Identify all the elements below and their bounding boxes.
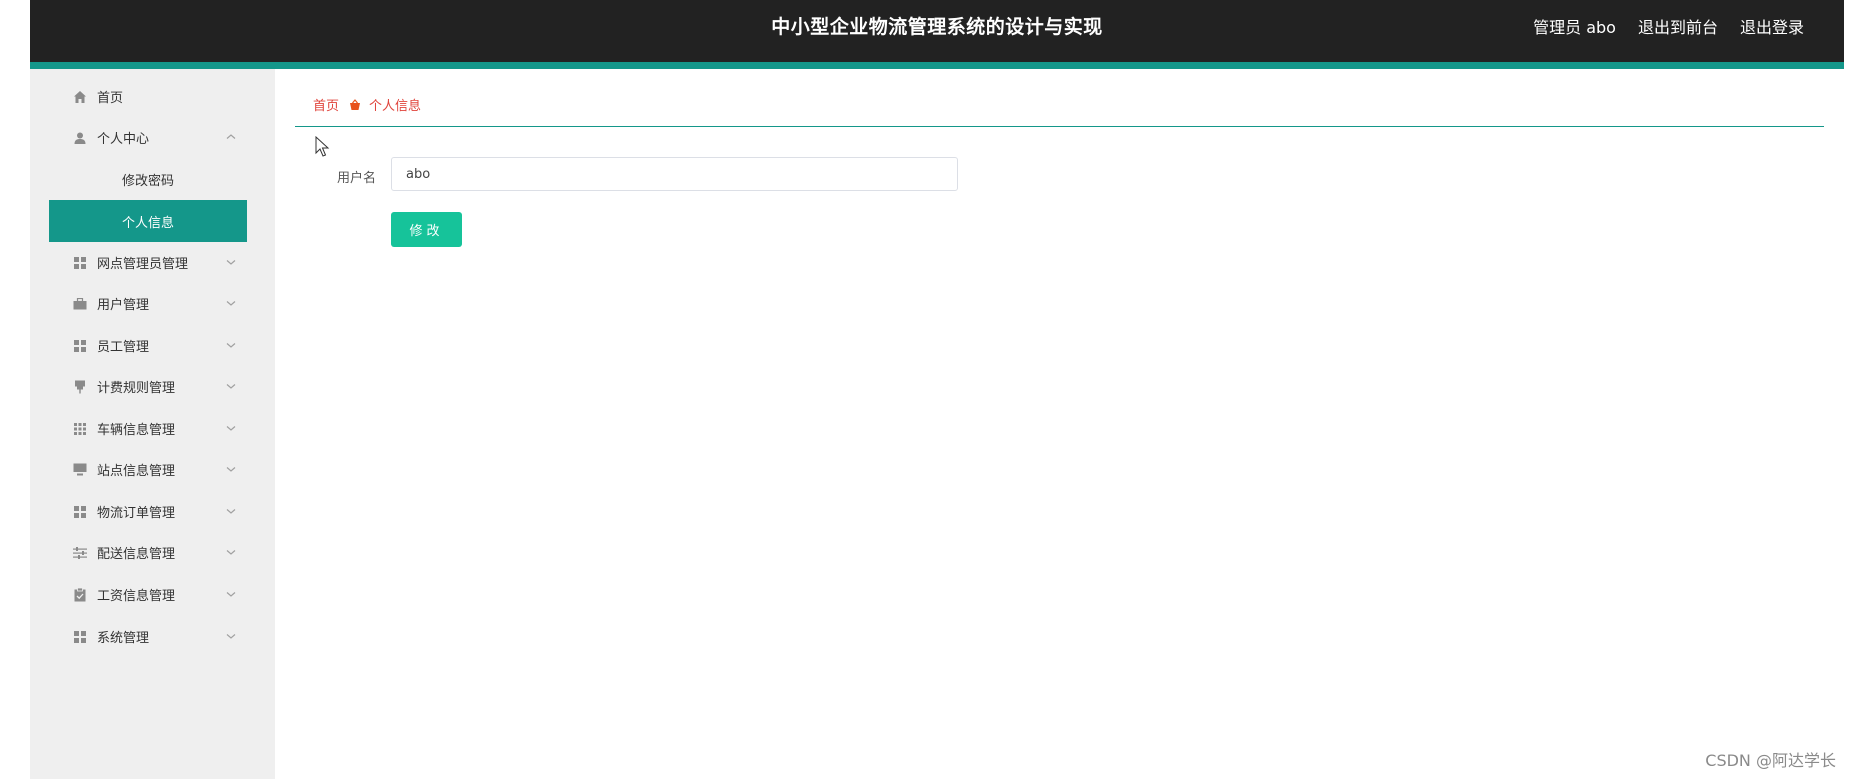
clipboard-icon bbox=[73, 587, 87, 602]
chevron-down-icon bbox=[226, 260, 236, 265]
sidebar-item-label: 用户管理 bbox=[97, 298, 150, 313]
chevron-down-icon bbox=[226, 634, 236, 639]
sidebar-item-station-info[interactable]: 站点信息管理 bbox=[49, 449, 247, 490]
chevron-down-icon bbox=[226, 301, 236, 306]
grid-icon bbox=[73, 339, 87, 353]
home-icon bbox=[73, 90, 87, 104]
front-link[interactable]: 退出到前台 bbox=[1638, 14, 1718, 38]
breadcrumb-current: 个人信息 bbox=[369, 99, 422, 114]
sidebar-item-vehicle-info[interactable]: 车辆信息管理 bbox=[49, 408, 247, 449]
logout-link[interactable]: 退出登录 bbox=[1740, 14, 1804, 38]
sidebar-item-label: 计费规则管理 bbox=[97, 381, 176, 396]
main-content: 首页 个人信息 用户名 修改 bbox=[275, 69, 1844, 779]
app-window: 中小型企业物流管理系统的设计与实现 管理员 abo 退出到前台 退出登录 首页 … bbox=[30, 0, 1844, 779]
sidebar-subitem-personal-info[interactable]: 个人信息 bbox=[49, 200, 247, 242]
sidebar-item-label: 车辆信息管理 bbox=[97, 423, 176, 438]
sidebar-item-label: 工资信息管理 bbox=[97, 589, 176, 604]
breadcrumb: 首页 个人信息 bbox=[313, 95, 421, 114]
sidebar-item-label: 站点信息管理 bbox=[97, 464, 176, 479]
top-links: 管理员 abo 退出到前台 退出登录 bbox=[1533, 14, 1804, 38]
basket-icon bbox=[349, 98, 361, 111]
sidebar-item-logistics-orders[interactable]: 物流订单管理 bbox=[49, 491, 247, 532]
sliders-icon bbox=[73, 546, 87, 560]
sidebar-item-delivery-info[interactable]: 配送信息管理 bbox=[49, 532, 247, 573]
breadcrumb-home-link[interactable]: 首页 bbox=[313, 95, 339, 114]
sidebar-subitem-change-password[interactable]: 修改密码 bbox=[49, 158, 247, 200]
modify-button[interactable]: 修改 bbox=[391, 212, 462, 247]
grid-icon bbox=[73, 256, 87, 270]
watermark: CSDN @阿达学长 bbox=[1705, 751, 1836, 770]
sidebar-item-label: 个人中心 bbox=[97, 132, 150, 147]
chevron-down-icon bbox=[226, 592, 236, 597]
monitor-icon bbox=[73, 463, 87, 477]
sidebar-item-label: 首页 bbox=[97, 91, 124, 106]
username-label: 用户名 bbox=[337, 171, 377, 186]
chevron-down-icon bbox=[226, 343, 236, 348]
apps-icon bbox=[73, 422, 87, 436]
user-icon bbox=[73, 131, 87, 145]
breadcrumb-divider bbox=[295, 126, 1824, 127]
mouse-cursor-icon bbox=[315, 136, 330, 157]
sidebar: 首页 个人中心 修改密码 个人信息 网点管理员管理 用户管理 员工管理 计费规则… bbox=[30, 69, 275, 779]
sidebar-item-staff-management[interactable]: 员工管理 bbox=[49, 325, 247, 366]
sidebar-item-salary-info[interactable]: 工资信息管理 bbox=[49, 574, 247, 615]
chevron-down-icon bbox=[226, 426, 236, 431]
sidebar-item-system-management[interactable]: 系统管理 bbox=[49, 616, 247, 657]
grid-icon bbox=[73, 630, 87, 644]
username-input[interactable] bbox=[391, 157, 958, 191]
chevron-down-icon bbox=[226, 384, 236, 389]
sidebar-item-home[interactable]: 首页 bbox=[49, 76, 247, 117]
sidebar-item-billing-rules[interactable]: 计费规则管理 bbox=[49, 366, 247, 407]
sidebar-item-user-management[interactable]: 用户管理 bbox=[49, 283, 247, 324]
chevron-up-icon bbox=[226, 134, 236, 139]
sidebar-item-branch-admin[interactable]: 网点管理员管理 bbox=[49, 242, 247, 283]
top-header: 中小型企业物流管理系统的设计与实现 管理员 abo 退出到前台 退出登录 bbox=[30, 0, 1844, 62]
sidebar-item-personal-center[interactable]: 个人中心 bbox=[49, 117, 247, 158]
pin-icon bbox=[73, 380, 87, 394]
chevron-down-icon bbox=[226, 550, 236, 555]
sidebar-item-label: 员工管理 bbox=[97, 340, 150, 355]
sidebar-item-label: 物流订单管理 bbox=[97, 506, 176, 521]
chevron-down-icon bbox=[226, 509, 236, 514]
chevron-down-icon bbox=[226, 467, 236, 472]
user-label: 管理员 abo bbox=[1533, 18, 1616, 37]
grid-icon bbox=[73, 505, 87, 519]
briefcase-icon bbox=[73, 297, 87, 311]
sidebar-item-label: 配送信息管理 bbox=[97, 547, 176, 562]
sidebar-item-label: 系统管理 bbox=[97, 631, 150, 646]
header-accent-stripe bbox=[30, 62, 1844, 69]
sidebar-item-label: 网点管理员管理 bbox=[97, 257, 189, 272]
